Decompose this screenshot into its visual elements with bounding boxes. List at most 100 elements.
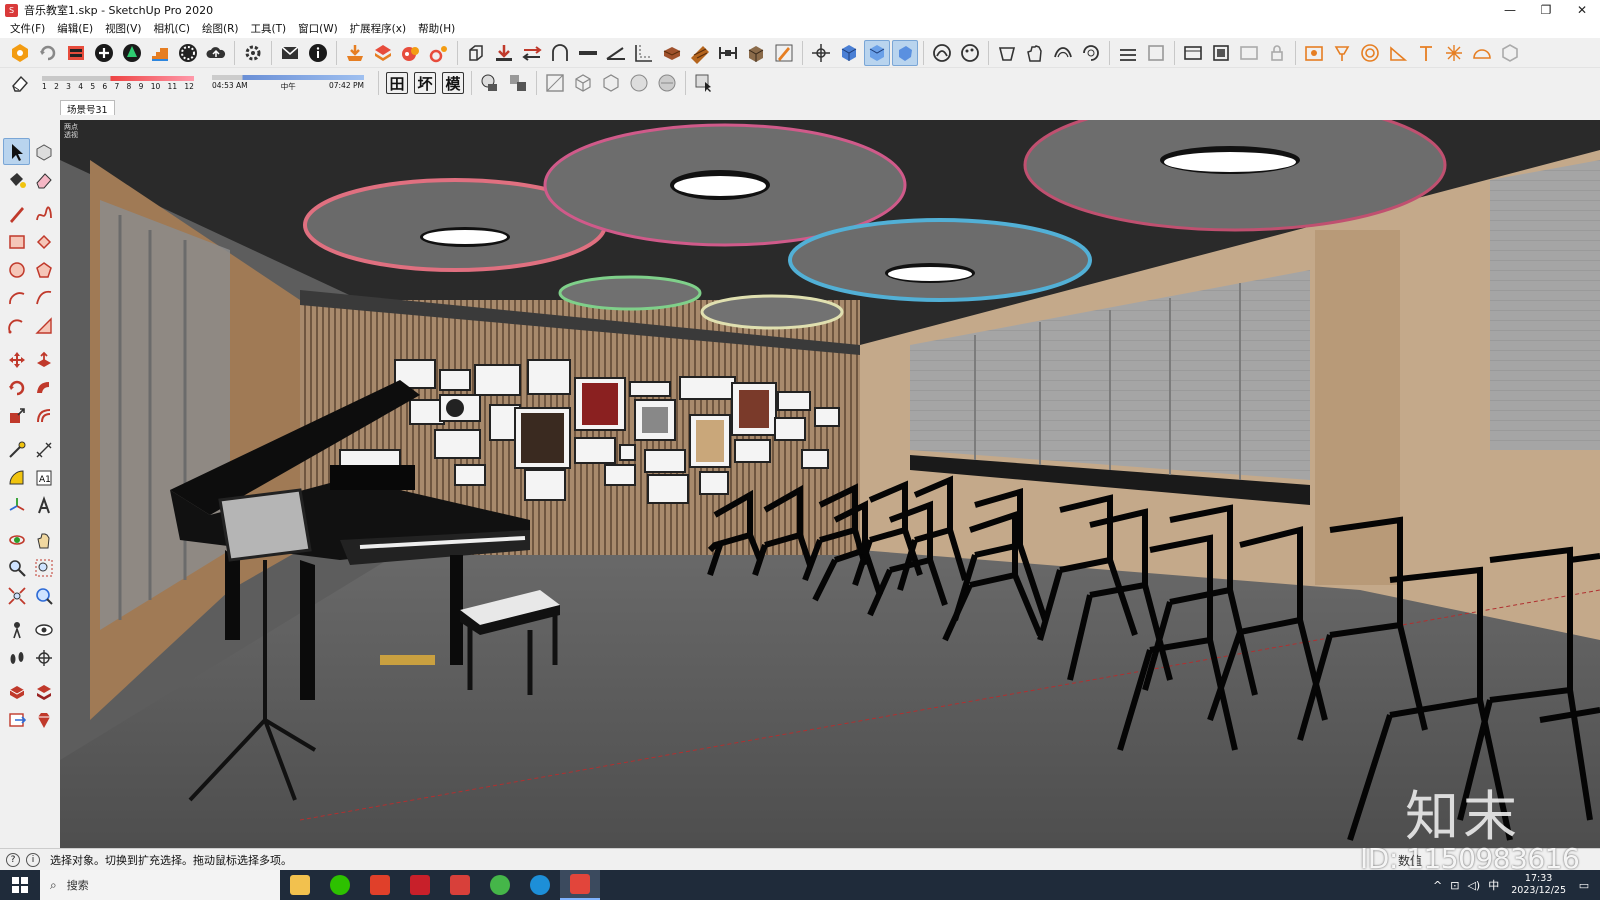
push-down-icon[interactable] bbox=[491, 40, 517, 66]
render-settings-icon[interactable] bbox=[426, 40, 452, 66]
select-arrow-icon[interactable] bbox=[3, 138, 30, 165]
move-cross-icon[interactable] bbox=[808, 40, 834, 66]
cloud-icon[interactable] bbox=[203, 40, 229, 66]
maximize-button[interactable]: ❐ bbox=[1528, 0, 1564, 20]
scale-icon[interactable] bbox=[3, 402, 30, 429]
hidden-line-style-icon[interactable] bbox=[598, 70, 624, 96]
file-explorer-app[interactable] bbox=[280, 870, 320, 900]
shelf-tool-icon[interactable] bbox=[1115, 40, 1141, 66]
look-around-icon[interactable] bbox=[30, 616, 57, 643]
mail-icon[interactable] bbox=[277, 40, 303, 66]
offset-tool-icon[interactable] bbox=[30, 402, 57, 429]
info-status-icon[interactable]: i bbox=[26, 852, 40, 867]
hand-tool-icon[interactable] bbox=[1022, 40, 1048, 66]
scene-tab[interactable]: 场景号31 bbox=[60, 100, 115, 116]
zoom-icon[interactable] bbox=[3, 554, 30, 581]
chevron-up-icon[interactable]: ^ bbox=[1433, 879, 1442, 892]
make-component-icon[interactable] bbox=[30, 138, 57, 165]
rotate-icon[interactable] bbox=[3, 374, 30, 401]
rotated-rectangle-icon[interactable] bbox=[30, 228, 57, 255]
sphere-light-icon[interactable] bbox=[1357, 40, 1383, 66]
edge-app[interactable] bbox=[520, 870, 560, 900]
menu-draw[interactable]: 绘图(R) bbox=[196, 20, 245, 38]
textured-style-icon[interactable] bbox=[654, 70, 680, 96]
walk-footprints-icon[interactable] bbox=[3, 644, 30, 671]
ime-indicator[interactable]: 中 bbox=[1488, 877, 1499, 893]
notification-icon[interactable]: ▭ bbox=[1574, 879, 1594, 892]
move-icon[interactable] bbox=[3, 346, 30, 373]
tape-measure-icon[interactable] bbox=[3, 436, 30, 463]
pan-hand-icon[interactable] bbox=[30, 526, 57, 553]
wireframe-style-icon[interactable] bbox=[570, 70, 596, 96]
zoom-extents-icon[interactable] bbox=[3, 582, 30, 609]
arc-icon[interactable] bbox=[3, 284, 30, 311]
geo-location-icon[interactable]: ? bbox=[6, 852, 20, 867]
menu-extensions[interactable]: 扩展程序(x) bbox=[344, 20, 412, 38]
add-circle-icon[interactable] bbox=[91, 40, 117, 66]
extension-tool-red-icon[interactable] bbox=[3, 678, 30, 705]
volume-icon[interactable]: ◁) bbox=[1467, 879, 1480, 892]
section-plane-tool-icon[interactable] bbox=[30, 644, 57, 671]
network-icon[interactable]: ⊡ bbox=[1450, 879, 1459, 892]
menu-tools[interactable]: 工具(T) bbox=[244, 20, 292, 38]
sketchup-active-app[interactable] bbox=[560, 870, 600, 900]
eraser-tool-icon[interactable] bbox=[30, 166, 57, 193]
text-tool-icon[interactable]: A1 bbox=[30, 464, 57, 491]
green-app[interactable] bbox=[480, 870, 520, 900]
checker-icon[interactable] bbox=[175, 40, 201, 66]
pencil-tool-icon[interactable] bbox=[771, 40, 797, 66]
menu-help[interactable]: 帮助(H) bbox=[412, 20, 461, 38]
orbit-icon[interactable] bbox=[3, 526, 30, 553]
import-icon[interactable] bbox=[342, 40, 368, 66]
paint-bucket-icon[interactable] bbox=[3, 166, 30, 193]
push-pull-icon[interactable] bbox=[30, 346, 57, 373]
door-tool-icon[interactable] bbox=[1208, 40, 1234, 66]
line-pencil-icon[interactable] bbox=[3, 200, 30, 227]
follow-me-icon[interactable] bbox=[30, 374, 57, 401]
freehand-icon[interactable] bbox=[30, 200, 57, 227]
section-plane-icon[interactable] bbox=[477, 70, 503, 96]
curve-tool-icon[interactable] bbox=[1050, 40, 1076, 66]
select-cursor-icon[interactable] bbox=[691, 70, 717, 96]
refresh-icon[interactable] bbox=[35, 40, 61, 66]
dimension-icon[interactable] bbox=[715, 40, 741, 66]
zoom-window-icon[interactable] bbox=[30, 554, 57, 581]
menu-window[interactable]: 窗口(W) bbox=[292, 20, 344, 38]
sandbox-icon[interactable] bbox=[929, 40, 955, 66]
wall-tool-icon[interactable] bbox=[463, 40, 489, 66]
menu-file[interactable]: 文件(F) bbox=[4, 20, 51, 38]
dimension-tool-icon[interactable] bbox=[30, 436, 57, 463]
text-button-model[interactable]: 模 bbox=[442, 72, 464, 94]
stairs-icon[interactable] bbox=[147, 40, 173, 66]
render-icon[interactable] bbox=[1301, 40, 1327, 66]
beam-icon[interactable] bbox=[659, 40, 685, 66]
text-button-bad[interactable]: 坏 bbox=[414, 72, 436, 94]
perspective-view-icon[interactable] bbox=[892, 39, 918, 66]
clock[interactable]: 17:33 2023/12/25 bbox=[1511, 873, 1566, 897]
wechat-app[interactable] bbox=[320, 870, 360, 900]
spot-light-icon[interactable] bbox=[1385, 40, 1411, 66]
previous-view-icon[interactable] bbox=[30, 582, 57, 609]
two-point-arc-icon[interactable] bbox=[30, 284, 57, 311]
image-tool-icon[interactable] bbox=[1236, 40, 1262, 66]
angle-icon[interactable] bbox=[603, 40, 629, 66]
settings-gear-icon[interactable] bbox=[240, 40, 266, 66]
proxy-icon[interactable] bbox=[1497, 40, 1523, 66]
menu-camera[interactable]: 相机(C) bbox=[147, 20, 196, 38]
layout-icon[interactable] bbox=[63, 40, 89, 66]
cup-tool-icon[interactable] bbox=[994, 40, 1020, 66]
shadow-month-slider[interactable]: 1 2 3 4 5 6 7 8 9 10 11 12 bbox=[38, 75, 198, 91]
component-icon[interactable] bbox=[836, 40, 862, 66]
shaded-style-icon[interactable] bbox=[626, 70, 652, 96]
arch-icon[interactable] bbox=[547, 40, 573, 66]
offset-icon[interactable] bbox=[631, 40, 657, 66]
menu-view[interactable]: 视图(V) bbox=[99, 20, 147, 38]
line-icon[interactable] bbox=[575, 40, 601, 66]
red-app[interactable] bbox=[360, 870, 400, 900]
taskbar-search[interactable]: ⌕ 搜索 bbox=[40, 870, 280, 900]
palette-icon[interactable] bbox=[957, 40, 983, 66]
polygon-icon[interactable] bbox=[30, 256, 57, 283]
box-tool-icon[interactable] bbox=[743, 40, 769, 66]
pie-icon[interactable] bbox=[30, 312, 57, 339]
iso-view-icon[interactable] bbox=[864, 39, 890, 66]
